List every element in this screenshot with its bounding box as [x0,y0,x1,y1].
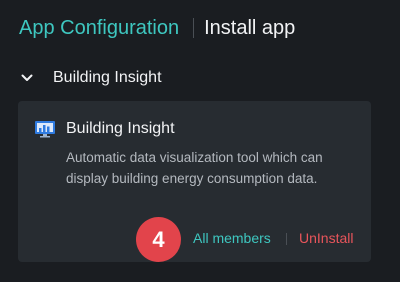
step-number-badge: 4 [136,217,181,262]
breadcrumb-app-configuration[interactable]: App Configuration [19,17,179,40]
bar-chart-monitor-icon [34,120,56,138]
app-description: Automatic data visualization tool which … [66,150,323,186]
breadcrumb-divider [193,18,195,38]
breadcrumb: App Configuration Install app [19,14,295,42]
page-title: Install app [204,16,296,39]
uninstall-link[interactable]: UnInstall [299,230,353,246]
app-title: Building Insight [66,120,175,137]
action-divider [286,233,287,245]
section-toggle-building-insight[interactable]: Building Insight [18,66,162,90]
chevron-down-icon[interactable] [18,69,36,87]
all-members-link[interactable]: All members [193,230,271,246]
section-title: Building Insight [53,69,162,86]
